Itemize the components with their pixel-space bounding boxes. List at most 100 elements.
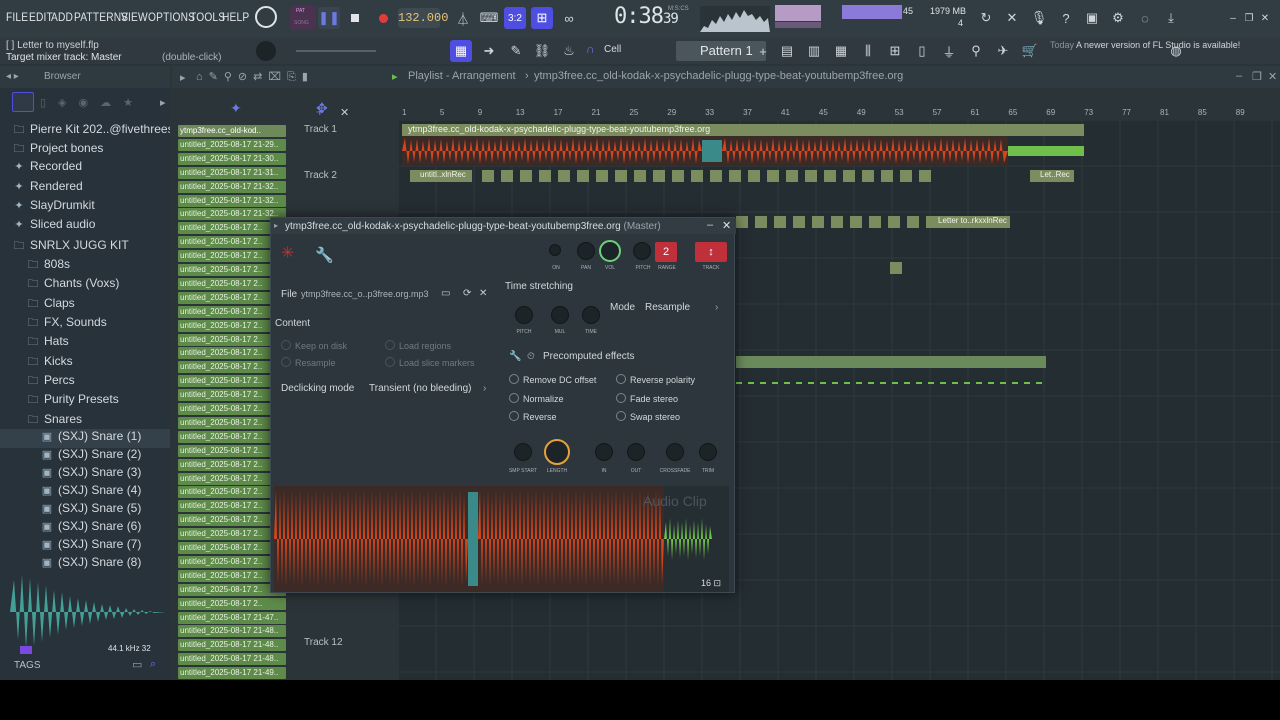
- precomputed-clock-icon[interactable]: ⏲: [527, 351, 535, 362]
- ts-mul-knob[interactable]: [551, 306, 569, 324]
- swap-stereo-option[interactable]: Swap stereo: [616, 411, 680, 422]
- playlist-play-icon[interactable]: ▸: [392, 70, 398, 83]
- smp-start-knob[interactable]: [514, 443, 532, 461]
- metronome-icon[interactable]: ⏃: [452, 7, 474, 29]
- reverse-radio[interactable]: [509, 411, 519, 421]
- play-button[interactable]: ❚❚: [318, 7, 340, 29]
- range-value[interactable]: 2: [655, 242, 677, 262]
- mode-value[interactable]: Resample: [645, 302, 690, 313]
- browser-item[interactable]: 🗀 Snares: [0, 411, 170, 430]
- channel-item[interactable]: untitled_2025-08-17 21-32..: [178, 194, 286, 207]
- master-volume-knob[interactable]: [255, 6, 277, 28]
- channel-item[interactable]: ytmp3free.cc_old-kod..: [178, 125, 286, 137]
- playlist-tool-icons[interactable]: ⌂✎⚲⊘⇄⌧⎘▮: [196, 70, 314, 84]
- channel-item[interactable]: untitled_2025-08-17 21-29..: [178, 138, 286, 151]
- fade-stereo-option[interactable]: Fade stereo: [616, 393, 678, 404]
- track6-clip[interactable]: [736, 356, 1046, 368]
- menu-add[interactable]: ADD: [51, 10, 73, 24]
- master-pitch-knob[interactable]: [256, 41, 276, 61]
- channel-item[interactable]: untitled_2025-08-17 21-30..: [178, 152, 286, 165]
- menu-options[interactable]: OPTIONS: [148, 10, 195, 24]
- reload-icon[interactable]: ⟳: [463, 288, 471, 299]
- swap-stereo-radio[interactable]: [616, 411, 626, 421]
- load-slice-markers-option[interactable]: Load slice markers: [385, 357, 475, 368]
- resample-radio[interactable]: [281, 357, 291, 367]
- browser-item[interactable]: 🗀 Pierre Kit 202..@fivethreesosa: [0, 121, 171, 140]
- blend-notes-icon[interactable]: ⊞: [531, 7, 553, 29]
- crossfade-knob[interactable]: [666, 443, 684, 461]
- mode-arrow-icon[interactable]: ›: [715, 302, 718, 313]
- playlist-close-icon[interactable]: ✕: [1268, 70, 1277, 83]
- record-audio-icon[interactable]: 🎙: [1028, 7, 1050, 29]
- browser-item[interactable]: 🗀 SNRLX JUGG KIT: [0, 237, 170, 256]
- channel-item[interactable]: untitled_2025-08-17 21-49..: [178, 667, 286, 680]
- globe-icon[interactable]: ◍: [1165, 40, 1187, 62]
- track2-clip[interactable]: untitl..xlnRec: [410, 170, 472, 182]
- clip-window-close-icon[interactable]: ✕: [722, 219, 731, 232]
- channel-item[interactable]: untitled_2025-08-17 21-48..: [178, 625, 286, 638]
- pan-knob[interactable]: [577, 242, 595, 260]
- playlist-ruler[interactable]: 1 5 9 13 17 21 25 29 33 37 41 45 49 53 57 61 65 69 73 77 81 8…: [398, 106, 1280, 120]
- playlist-icon[interactable]: ▦: [450, 40, 472, 62]
- tags-search-icon[interactable]: ⌕: [150, 658, 156, 671]
- tempo-display[interactable]: 132.000: [398, 8, 448, 28]
- loop-record-icon[interactable]: ∞: [558, 7, 580, 29]
- browser-item[interactable]: 🗀 Percs: [0, 372, 170, 391]
- master-slider[interactable]: [296, 50, 376, 52]
- ts-pitch-knob[interactable]: [515, 306, 533, 324]
- close-icon[interactable]: ✕: [1254, 7, 1276, 29]
- declicking-value[interactable]: Transient (no bleeding): [369, 383, 471, 394]
- browser-scroll-icon[interactable]: ▸: [160, 96, 166, 109]
- browser-item[interactable]: ▣ (SXJ) Snare (5): [0, 501, 170, 520]
- browser-menu-icon[interactable]: ◂ ▸: [6, 71, 19, 82]
- stamp-icon[interactable]: ♨: [558, 40, 580, 62]
- channel-item[interactable]: untitled_2025-08-17 21-48..: [178, 653, 286, 666]
- tags-label[interactable]: TAGS: [14, 660, 40, 671]
- in-knob[interactable]: [595, 443, 613, 461]
- on-knob[interactable]: [549, 244, 561, 256]
- record-button[interactable]: [372, 7, 394, 29]
- browser-item[interactable]: ▣ (SXJ) Snare (2): [0, 447, 170, 466]
- reverse-option[interactable]: Reverse: [509, 411, 557, 422]
- plugin-icon[interactable]: ⚙: [1107, 7, 1129, 29]
- browser-item[interactable]: 🗀 FX, Sounds: [0, 314, 170, 333]
- tempo-tapper-icon[interactable]: ✈: [992, 40, 1014, 62]
- browser-item[interactable]: 🗀 808s: [0, 256, 170, 275]
- channel-rack-icon[interactable]: ▦: [830, 40, 852, 62]
- track3-end-clip[interactable]: Letter to..rkxxlnRec: [926, 216, 1010, 228]
- track12-label[interactable]: Track 12: [304, 637, 343, 648]
- playlist-view-icon[interactable]: ▤: [776, 40, 798, 62]
- browser-item[interactable]: 🗀 Hats: [0, 333, 170, 352]
- browser-filter-icons[interactable]: ▯◈◉☁★: [40, 96, 145, 109]
- tags-folder-icon[interactable]: ▭: [132, 658, 142, 671]
- reverse-polarity-option[interactable]: Reverse polarity: [616, 374, 695, 385]
- wait-input-icon[interactable]: ⌨: [478, 7, 500, 29]
- fade-stereo-radio[interactable]: [616, 393, 626, 403]
- undo-icon[interactable]: ↻: [975, 7, 997, 29]
- vol-knob[interactable]: [599, 240, 621, 262]
- piano-roll-icon[interactable]: ▥: [803, 40, 825, 62]
- clip-window-titlebar[interactable]: ▸ ytmp3free.cc_old-kodak-x-psychadelic-p…: [271, 218, 736, 234]
- track-selector[interactable]: ↕: [695, 242, 727, 262]
- menu-help[interactable]: HELP: [222, 10, 249, 24]
- track1-clip-header[interactable]: ytmp3free.cc_old-kodak-x-psychadelic-plu…: [402, 124, 1084, 136]
- out-knob[interactable]: [627, 443, 645, 461]
- load-slice-radio[interactable]: [385, 357, 395, 367]
- browser-item[interactable]: 🗀 Purity Presets: [0, 391, 170, 410]
- browser-item[interactable]: 🗀 Project bones: [0, 140, 170, 159]
- browser-item[interactable]: ▣ (SXJ) Snare (3): [0, 465, 170, 484]
- track1-clip-wave[interactable]: [402, 136, 1084, 166]
- news-panel[interactable]: Today A newer version of FL Studio is av…: [1050, 40, 1240, 51]
- resample-option[interactable]: Resample: [281, 357, 336, 368]
- pat-song-toggle[interactable]: PAT SONG: [290, 6, 316, 30]
- menu-edit[interactable]: EDIT: [29, 10, 53, 24]
- stop-button[interactable]: [344, 7, 366, 29]
- ts-time-knob[interactable]: [582, 306, 600, 324]
- playlist-minimize-icon[interactable]: –: [1236, 70, 1242, 82]
- shop-icon[interactable]: 🛒: [1019, 40, 1041, 62]
- trim-knob[interactable]: [699, 443, 717, 461]
- open-folder-icon[interactable]: ▭: [441, 288, 450, 299]
- track2-end-clip[interactable]: Let..Rec: [1030, 170, 1074, 182]
- menu-view[interactable]: VIEW: [121, 10, 148, 24]
- browser-item[interactable]: ✦ Rendered: [0, 179, 170, 198]
